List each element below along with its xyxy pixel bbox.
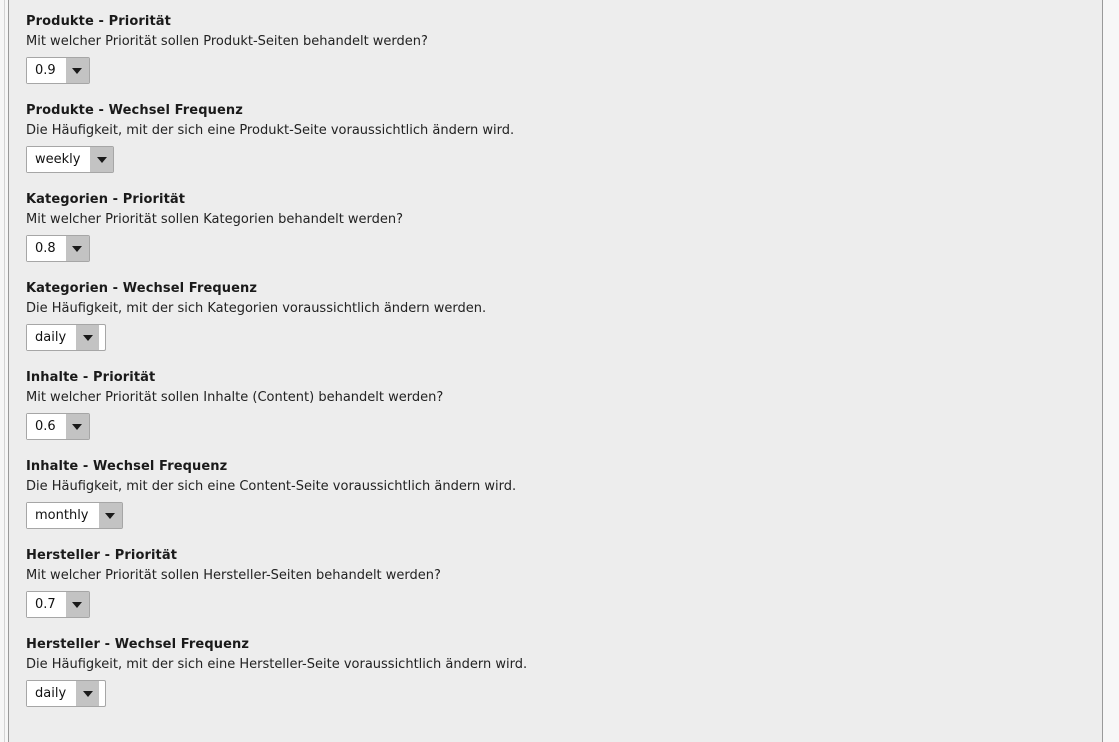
select-value: daily xyxy=(27,325,76,350)
chevron-down-icon xyxy=(72,67,83,74)
field-title: Produkte - Wechsel Frequenz xyxy=(26,103,243,118)
field-title: Hersteller - Priorität xyxy=(26,548,178,563)
field-group-hersteller-wechsel-frequenz: Hersteller - Wechsel Frequenz Die Häufig… xyxy=(26,637,1102,707)
select-inhalte-wechsel-frequenz[interactable]: monthly xyxy=(26,502,123,529)
select-hersteller-prioritaet[interactable]: 0.7 xyxy=(26,591,90,618)
select-row: weekly xyxy=(26,146,1102,173)
chevron-down-icon xyxy=(72,423,83,430)
select-dropdown-button[interactable] xyxy=(97,503,122,528)
select-produkte-prioritaet[interactable]: 0.9 xyxy=(26,57,90,84)
field-title: Kategorien - Priorität xyxy=(26,192,186,207)
field-description: Die Häufigkeit, mit der sich eine Conten… xyxy=(26,479,517,494)
select-dropdown-button[interactable] xyxy=(64,58,89,83)
field-description: Mit welcher Priorität sollen Kategorien … xyxy=(26,212,404,227)
select-value: 0.8 xyxy=(27,236,65,261)
select-value: 0.7 xyxy=(27,592,65,617)
select-row: 0.8 xyxy=(26,235,1102,262)
chevron-down-icon xyxy=(72,245,83,252)
field-description: Mit welcher Priorität sollen Inhalte (Co… xyxy=(26,390,444,405)
chevron-down-icon xyxy=(105,512,115,519)
field-title: Inhalte - Priorität xyxy=(26,370,156,385)
select-dropdown-button[interactable] xyxy=(64,414,89,439)
left-gutter xyxy=(0,0,5,742)
select-dropdown-button[interactable] xyxy=(64,592,89,617)
field-title: Produkte - Priorität xyxy=(26,14,171,29)
field-title: Hersteller - Wechsel Frequenz xyxy=(26,637,250,652)
settings-form: Produkte - Priorität Mit welcher Priorit… xyxy=(9,0,1102,707)
select-value: 0.6 xyxy=(27,414,65,439)
field-group-produkte-prioritaet: Produkte - Priorität Mit welcher Priorit… xyxy=(26,14,1102,84)
select-row: 0.9 xyxy=(26,57,1102,84)
field-description: Mit welcher Priorität sollen Hersteller-… xyxy=(26,568,441,583)
select-row: daily xyxy=(26,324,1102,351)
select-dropdown-button[interactable] xyxy=(64,236,89,261)
field-group-hersteller-prioritaet: Hersteller - Priorität Mit welcher Prior… xyxy=(26,548,1102,618)
field-group-produkte-wechsel-frequenz: Produkte - Wechsel Frequenz Die Häufigke… xyxy=(26,103,1102,173)
field-description: Die Häufigkeit, mit der sich Kategorien … xyxy=(26,301,487,316)
select-produkte-wechsel-frequenz[interactable]: weekly xyxy=(26,146,115,173)
field-title: Kategorien - Wechsel Frequenz xyxy=(26,281,258,296)
field-group-kategorien-wechsel-frequenz: Kategorien - Wechsel Frequenz Die Häufig… xyxy=(26,281,1102,351)
chevron-down-icon xyxy=(82,690,93,697)
select-hersteller-wechsel-frequenz[interactable]: daily xyxy=(26,680,106,707)
chevron-down-icon xyxy=(72,601,83,608)
field-description: Mit welcher Priorität sollen Produkt-Sei… xyxy=(26,34,428,49)
select-row: daily xyxy=(26,680,1102,707)
select-value: 0.9 xyxy=(27,58,65,83)
select-row: monthly xyxy=(26,502,1102,529)
field-title: Inhalte - Wechsel Frequenz xyxy=(26,459,228,474)
select-value: monthly xyxy=(27,503,98,528)
settings-page: Produkte - Priorität Mit welcher Priorit… xyxy=(0,0,1119,742)
select-inhalte-prioritaet[interactable]: 0.6 xyxy=(26,413,90,440)
select-dropdown-button[interactable] xyxy=(89,147,114,172)
field-group-inhalte-wechsel-frequenz: Inhalte - Wechsel Frequenz Die Häufigkei… xyxy=(26,459,1102,529)
field-group-kategorien-prioritaet: Kategorien - Priorität Mit welcher Prior… xyxy=(26,192,1102,262)
select-value: daily xyxy=(27,681,76,706)
select-value: weekly xyxy=(27,147,90,172)
chevron-down-icon xyxy=(82,334,93,341)
select-row: 0.7 xyxy=(26,591,1102,618)
select-dropdown-button[interactable] xyxy=(75,681,100,706)
select-dropdown-button[interactable] xyxy=(75,325,100,350)
select-kategorien-wechsel-frequenz[interactable]: daily xyxy=(26,324,106,351)
settings-content-panel: Produkte - Priorität Mit welcher Priorit… xyxy=(8,0,1103,742)
field-description: Die Häufigkeit, mit der sich eine Herste… xyxy=(26,657,528,672)
field-description: Die Häufigkeit, mit der sich eine Produk… xyxy=(26,123,515,138)
select-row: 0.6 xyxy=(26,413,1102,440)
field-group-inhalte-prioritaet: Inhalte - Priorität Mit welcher Prioritä… xyxy=(26,370,1102,440)
chevron-down-icon xyxy=(96,156,107,163)
select-kategorien-prioritaet[interactable]: 0.8 xyxy=(26,235,90,262)
